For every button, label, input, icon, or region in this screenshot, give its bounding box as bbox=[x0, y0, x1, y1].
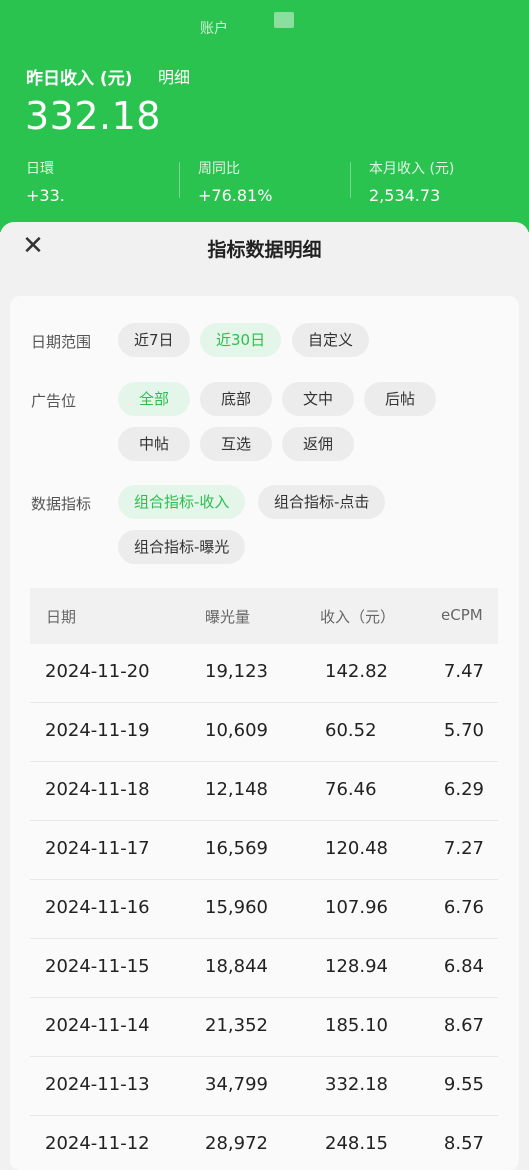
row-divider bbox=[30, 1115, 498, 1116]
row-ecpm: 8.57 bbox=[443, 1133, 484, 1154]
ad-slot-label: 广告位 bbox=[31, 392, 77, 410]
stat-week-over-week: 周同比 +76.81% bbox=[198, 158, 272, 205]
chip-slot-all[interactable]: 全部 bbox=[118, 382, 190, 416]
row-ecpm: 7.47 bbox=[443, 661, 484, 682]
yesterday-income-value: 332.18 bbox=[25, 94, 161, 138]
chip-slot-mutual[interactable]: 互选 bbox=[200, 427, 272, 461]
column-header-ecpm: eCPM bbox=[441, 606, 483, 624]
stat-day-over-day: 日環 +33. bbox=[26, 158, 65, 205]
row-ecpm: 6.76 bbox=[443, 897, 484, 918]
row-ecpm: 6.29 bbox=[443, 779, 484, 800]
sheet-title: 指标数据明细 bbox=[207, 239, 322, 261]
chip-slot-middle[interactable]: 中帖 bbox=[118, 427, 190, 461]
column-header-exposure: 曝光量 bbox=[205, 608, 251, 626]
row-ecpm: 6.84 bbox=[443, 956, 484, 977]
stat-label: 日環 bbox=[26, 161, 54, 177]
row-ecpm: 5.70 bbox=[443, 720, 484, 741]
stat-label: 本月收入 (元) bbox=[369, 161, 455, 177]
detail-link[interactable]: 明细 bbox=[158, 64, 190, 88]
row-divider bbox=[30, 761, 498, 762]
chip-metric-income[interactable]: 组合指标-收入 bbox=[118, 485, 246, 519]
stat-value: +33. bbox=[26, 186, 65, 205]
row-ecpm: 8.67 bbox=[443, 1015, 484, 1036]
column-header-income: 收入（元） bbox=[320, 608, 396, 626]
row-ecpm: 7.27 bbox=[443, 838, 484, 859]
chip-slot-after[interactable]: 后帖 bbox=[364, 382, 436, 416]
divider bbox=[350, 162, 351, 198]
row-divider bbox=[30, 879, 498, 880]
chip-slot-inline[interactable]: 文中 bbox=[282, 382, 354, 416]
chip-date-30d[interactable]: 近30日 bbox=[200, 323, 282, 357]
row-divider bbox=[30, 820, 498, 821]
row-ecpm: 9.55 bbox=[443, 1074, 484, 1095]
metric-label: 数据指标 bbox=[31, 495, 92, 513]
row-divider bbox=[30, 938, 498, 939]
chip-slot-bottom[interactable]: 底部 bbox=[200, 382, 272, 416]
stat-value: 2,534.73 bbox=[369, 186, 441, 205]
stat-month-income: 本月收入 (元) 2,534.73 bbox=[369, 158, 454, 205]
stat-value: +76.81% bbox=[198, 186, 273, 205]
chip-date-custom[interactable]: 自定义 bbox=[292, 323, 370, 357]
date-range-label: 日期范围 bbox=[31, 333, 92, 351]
divider bbox=[179, 162, 180, 198]
column-header-date: 日期 bbox=[46, 608, 77, 626]
yesterday-income-label: 昨日收入 (元) bbox=[26, 69, 133, 89]
income-header: 账户 昨日收入 (元) 明细 332.18 日環 +33. 周同比 +76.81… bbox=[0, 0, 529, 232]
table-header bbox=[30, 588, 498, 644]
stat-label: 周同比 bbox=[198, 161, 240, 177]
chip-metric-click[interactable]: 组合指标-点击 bbox=[258, 485, 386, 519]
account-label: 账户 bbox=[200, 21, 228, 37]
chip-slot-rebate[interactable]: 返佣 bbox=[282, 427, 354, 461]
chip-date-7d[interactable]: 近7日 bbox=[118, 323, 190, 357]
account-avatar bbox=[274, 12, 294, 28]
row-divider bbox=[30, 997, 498, 998]
chip-metric-exposure[interactable]: 组合指标-曝光 bbox=[118, 530, 246, 564]
row-divider bbox=[30, 1056, 498, 1057]
row-divider bbox=[30, 702, 498, 703]
